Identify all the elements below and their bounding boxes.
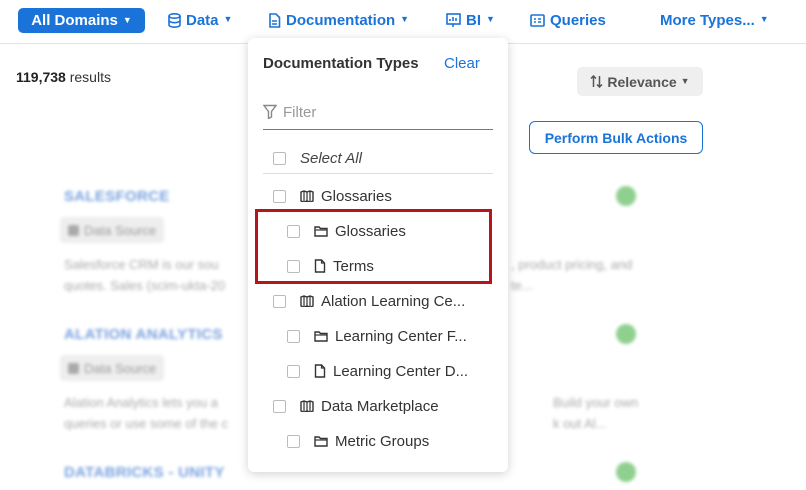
result-description: Salesforce CRM is our sou quotes. Sales … bbox=[64, 254, 264, 296]
chevron-down-icon: ▼ bbox=[223, 14, 233, 24]
document-icon bbox=[269, 12, 281, 28]
result-badge-label: Data Source bbox=[84, 222, 157, 238]
checkbox[interactable] bbox=[273, 399, 286, 413]
result-desc-line: Build your own bbox=[553, 395, 639, 410]
doc-type-option-metric-groups[interactable]: Metric Groups bbox=[287, 429, 429, 453]
queries-filter-button[interactable]: Queries bbox=[530, 0, 606, 40]
result-badge-label: Data Source bbox=[84, 360, 157, 376]
filter-input[interactable]: Filter bbox=[263, 100, 493, 130]
select-all-label: Select All bbox=[300, 149, 362, 167]
dropdown-title: Documentation Types bbox=[263, 55, 419, 72]
more-types-label: More Types... bbox=[660, 11, 755, 29]
checkbox[interactable] bbox=[273, 189, 286, 203]
option-label: Learning Center F... bbox=[335, 327, 467, 345]
queries-filter-label: Queries bbox=[550, 11, 606, 29]
result-desc-line: te... bbox=[511, 278, 533, 293]
result-title[interactable]: ALATION ANALYTICS bbox=[64, 326, 223, 343]
result-title[interactable]: DATABRICKS - UNITY bbox=[64, 464, 225, 481]
more-types-button[interactable]: More Types... ▼ bbox=[660, 0, 769, 40]
chevron-down-icon: ▼ bbox=[759, 14, 769, 24]
result-desc-line: queries or use some of the c bbox=[64, 416, 229, 431]
perform-bulk-actions-button[interactable]: Perform Bulk Actions bbox=[529, 121, 703, 154]
results-number: 119,738 bbox=[16, 69, 66, 85]
status-check-icon bbox=[616, 186, 636, 206]
doc-type-option-learning-center-document[interactable]: Learning Center D... bbox=[287, 359, 468, 383]
bi-filter-button[interactable]: BI ▼ bbox=[446, 0, 495, 40]
columns-icon bbox=[300, 400, 314, 412]
doc-type-option-glossaries-group[interactable]: Glossaries bbox=[273, 184, 392, 208]
select-all-option[interactable]: Select All bbox=[273, 146, 362, 170]
option-label: Data Marketplace bbox=[321, 397, 439, 415]
clear-button[interactable]: Clear bbox=[444, 55, 480, 72]
data-filter-label: Data bbox=[186, 11, 219, 29]
checkbox[interactable] bbox=[287, 329, 300, 343]
database-icon bbox=[168, 12, 181, 28]
sort-relevance-button[interactable]: Relevance ▼ bbox=[577, 67, 703, 96]
filter-funnel-icon bbox=[263, 104, 277, 119]
bi-report-icon bbox=[446, 12, 461, 27]
chevron-down-icon: ▼ bbox=[486, 14, 495, 24]
option-label: Metric Groups bbox=[335, 432, 430, 450]
bi-filter-label: BI bbox=[466, 11, 481, 29]
checkbox[interactable] bbox=[287, 434, 300, 448]
results-label: results bbox=[69, 69, 111, 85]
doc-type-option-learning-center-folder[interactable]: Learning Center F... bbox=[287, 324, 467, 348]
result-desc-line: quotes. Sales (scim-ukta-20 bbox=[64, 278, 226, 293]
result-description-end: Build your own k out Al... bbox=[553, 392, 673, 434]
all-domains-label: All Domains bbox=[31, 12, 118, 29]
filter-placeholder: Filter bbox=[283, 104, 317, 121]
query-icon bbox=[530, 13, 545, 27]
doc-type-option-learning-center-group[interactable]: Alation Learning Ce... bbox=[273, 289, 465, 313]
result-desc-line: , product pricing, and bbox=[511, 257, 633, 272]
data-source-icon bbox=[68, 362, 79, 374]
doc-type-option-data-marketplace[interactable]: Data Marketplace bbox=[273, 394, 439, 418]
status-check-icon bbox=[616, 462, 636, 482]
highlight-annotation-box bbox=[255, 209, 492, 284]
sort-arrows-icon bbox=[590, 75, 603, 88]
option-label: Learning Center D... bbox=[333, 362, 469, 380]
result-description-end: , product pricing, and te... bbox=[511, 254, 671, 296]
checkbox[interactable] bbox=[273, 151, 286, 165]
checkbox[interactable] bbox=[287, 364, 300, 378]
data-source-icon bbox=[68, 224, 79, 236]
data-filter-button[interactable]: Data ▼ bbox=[168, 0, 232, 40]
result-title[interactable]: SALESFORCE bbox=[64, 188, 170, 205]
result-type-badge: Data Source bbox=[60, 217, 165, 243]
result-type-badge: Data Source bbox=[60, 355, 165, 381]
all-domains-button[interactable]: All Domains ▼ bbox=[18, 8, 145, 33]
results-count: 119,738 results bbox=[16, 69, 111, 85]
columns-icon bbox=[300, 190, 314, 202]
option-label: Glossaries bbox=[321, 187, 392, 205]
checkbox[interactable] bbox=[273, 294, 286, 308]
chevron-down-icon: ▼ bbox=[400, 14, 410, 24]
sort-label: Relevance bbox=[607, 73, 677, 90]
chevron-down-icon: ▼ bbox=[122, 14, 132, 25]
documentation-filter-label: Documentation bbox=[286, 11, 396, 29]
folder-icon bbox=[314, 436, 328, 447]
result-desc-line: Salesforce CRM is our sou bbox=[64, 257, 219, 272]
result-desc-line: Alation Analytics lets you a bbox=[64, 395, 218, 410]
result-description: Alation Analytics lets you a queries or … bbox=[64, 392, 264, 434]
chevron-down-icon: ▼ bbox=[680, 75, 690, 86]
document-icon bbox=[314, 364, 326, 378]
columns-icon bbox=[300, 295, 314, 307]
folder-icon bbox=[314, 331, 328, 342]
result-desc-line: k out Al... bbox=[553, 416, 607, 431]
option-label: Alation Learning Ce... bbox=[321, 292, 466, 310]
divider bbox=[263, 173, 493, 174]
status-check-icon bbox=[616, 324, 636, 344]
bulk-actions-label: Perform Bulk Actions bbox=[544, 129, 688, 146]
documentation-filter-button[interactable]: Documentation ▼ bbox=[268, 0, 409, 40]
